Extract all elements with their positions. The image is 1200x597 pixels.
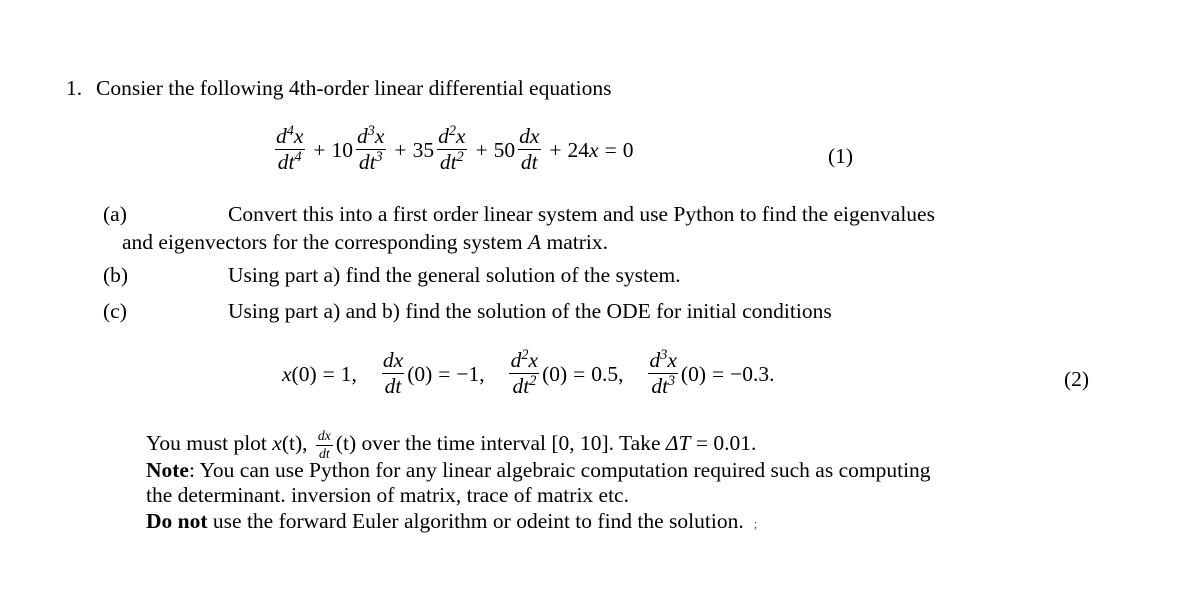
note-text-line-1: : You can use Python for any linear alge… bbox=[188, 458, 931, 482]
equals-sign: = bbox=[604, 137, 617, 162]
part-b-text: Using part a) find the general solution … bbox=[228, 263, 681, 287]
ic-arg-2: (0) bbox=[407, 361, 433, 386]
do-not-label: Do not bbox=[146, 509, 208, 533]
frac-num-var: x bbox=[293, 124, 304, 148]
part-a-line2-pre: and eigenvectors for the corresponding s… bbox=[122, 230, 528, 254]
frac-num-power: 2 bbox=[448, 122, 456, 139]
ic-term-d2x-dt2: d2x dt2 bbox=[508, 346, 541, 398]
coefficient-50: 50 bbox=[493, 137, 516, 162]
frac-den-dt: dt bbox=[358, 149, 376, 174]
term-dx-dt: dx dt bbox=[516, 125, 542, 173]
equation-1-number: (1) bbox=[828, 144, 854, 168]
frac-num-var: x bbox=[374, 124, 385, 148]
part-a-text-line-1: Convert this into a first order linear s… bbox=[228, 202, 935, 226]
problem-statement: Consier the following 4th-order linear d… bbox=[96, 76, 612, 100]
equation-1: d4x dt4 + 10 d3x dt3 + 35 d2x dt2 + 50 d… bbox=[272, 122, 634, 174]
operator-plus-2: + bbox=[394, 137, 407, 162]
frac-num-dx: dx bbox=[519, 124, 540, 148]
operator-plus-3: + bbox=[475, 137, 488, 162]
frac-num-d: d bbox=[438, 124, 449, 148]
ic-value-4: −0.3. bbox=[730, 361, 775, 386]
closing-line-note-2: the determinant. inversion of matrix, tr… bbox=[146, 483, 629, 507]
equation-2: x (0) = 1, dx dt (0) = −1, d2x dt2 (0) =… bbox=[282, 346, 775, 398]
frac-num-var: x bbox=[667, 348, 677, 372]
ic-term-d3x-dt3: d3x dt3 bbox=[647, 348, 680, 398]
trailing-artifact-mark: ; bbox=[753, 516, 758, 531]
closing-line1-equals: = bbox=[690, 431, 714, 455]
delta-t-symbol: ΔT bbox=[665, 431, 691, 455]
term-d3x-dt3: d3x dt3 bbox=[354, 122, 387, 174]
frac-den-dt: dt bbox=[512, 373, 530, 398]
frac-den-dt: dt bbox=[277, 149, 295, 174]
part-b-label: (b) bbox=[103, 263, 129, 287]
ic-equals-1: = bbox=[322, 361, 335, 386]
frac-den-dt: dt bbox=[439, 149, 457, 174]
closing-line1-mid: over the time interval [0, 10]. Take bbox=[356, 431, 666, 455]
equation-1-block: d4x dt4 + 10 d3x dt3 + 35 d2x dt2 + 50 d… bbox=[0, 122, 1200, 186]
ic-value-2: −1, bbox=[456, 361, 485, 386]
right-hand-side: 0 bbox=[622, 137, 634, 162]
warning-text: use the forward Euler algorithm or odein… bbox=[207, 509, 744, 533]
delta-t-value: 0.01. bbox=[713, 431, 757, 455]
frac-num-var: x bbox=[455, 124, 466, 148]
part-a-label: (a) bbox=[103, 202, 127, 226]
ic-equals-4: = bbox=[712, 361, 725, 386]
note-label: Note bbox=[146, 458, 189, 482]
function-x: x bbox=[272, 431, 282, 455]
ic-value-1: 1, bbox=[340, 361, 357, 386]
ic-term-dx-dt: dx dt bbox=[380, 349, 406, 397]
frac-num-dx: dx bbox=[382, 348, 404, 372]
function-x-arg: (t), bbox=[281, 431, 308, 455]
frac-den-dt: dt bbox=[517, 148, 541, 174]
ic-equals-2: = bbox=[438, 361, 451, 386]
part-c-label: (c) bbox=[103, 299, 127, 323]
coefficient-35: 35 bbox=[412, 137, 435, 162]
ic-x-arg: (0) bbox=[291, 361, 317, 386]
problem-heading: 1. Consier the following 4th-order linea… bbox=[66, 74, 611, 103]
frac-den-power: 4 bbox=[294, 148, 302, 165]
frac-num-var: x bbox=[528, 348, 539, 372]
document-page: 1. Consier the following 4th-order linea… bbox=[0, 0, 1200, 597]
frac-num-power: 3 bbox=[367, 122, 375, 139]
frac-num-power: 2 bbox=[521, 346, 529, 363]
ic-arg-3: (0) bbox=[542, 361, 568, 386]
operator-plus-4: + bbox=[549, 137, 562, 162]
frac-den-power: 3 bbox=[375, 148, 383, 165]
frac-den-dt: dt bbox=[651, 373, 669, 398]
ic-value-3: 0.5, bbox=[591, 361, 624, 386]
ic-x: x bbox=[282, 361, 292, 386]
problem-number: 1. bbox=[66, 76, 83, 100]
coefficient-24: 24 bbox=[567, 137, 590, 162]
variable-x: x bbox=[589, 137, 599, 162]
part-c-text: Using part a) and b) find the solution o… bbox=[228, 299, 832, 323]
frac-den-power: 3 bbox=[668, 372, 676, 389]
matrix-symbol-a: A bbox=[528, 230, 542, 254]
frac-num-dx: dx bbox=[317, 428, 331, 444]
equation-2-block: x (0) = 1, dx dt (0) = −1, d2x dt2 (0) =… bbox=[0, 346, 1200, 408]
term-d4x-dt4: d4x dt4 bbox=[273, 122, 306, 174]
frac-num-d: d bbox=[649, 348, 661, 372]
term-d2x-dt2: d2x dt2 bbox=[435, 122, 468, 174]
inline-frac-arg: (t) bbox=[335, 431, 357, 455]
frac-num-d: d bbox=[276, 124, 287, 148]
closing-line1-pre: You must plot bbox=[146, 431, 273, 455]
ic-equals-3: = bbox=[573, 361, 586, 386]
frac-den-dt: dt bbox=[381, 372, 405, 398]
frac-num-d: d bbox=[510, 348, 522, 372]
frac-num-d: d bbox=[357, 124, 368, 148]
coefficient-10: 10 bbox=[331, 137, 354, 162]
closing-line-warning: Do not use the forward Euler algorithm o… bbox=[146, 507, 757, 536]
ic-arg-4: (0) bbox=[680, 361, 706, 386]
operator-plus-1: + bbox=[313, 137, 326, 162]
frac-num-power: 4 bbox=[286, 122, 294, 139]
equation-2-number: (2) bbox=[1064, 367, 1090, 391]
frac-den-power: 2 bbox=[456, 148, 464, 165]
frac-den-power: 2 bbox=[529, 372, 537, 389]
part-a-text-line-2: and eigenvectors for the corresponding s… bbox=[122, 228, 608, 257]
part-a-line2-post: matrix. bbox=[541, 230, 609, 254]
